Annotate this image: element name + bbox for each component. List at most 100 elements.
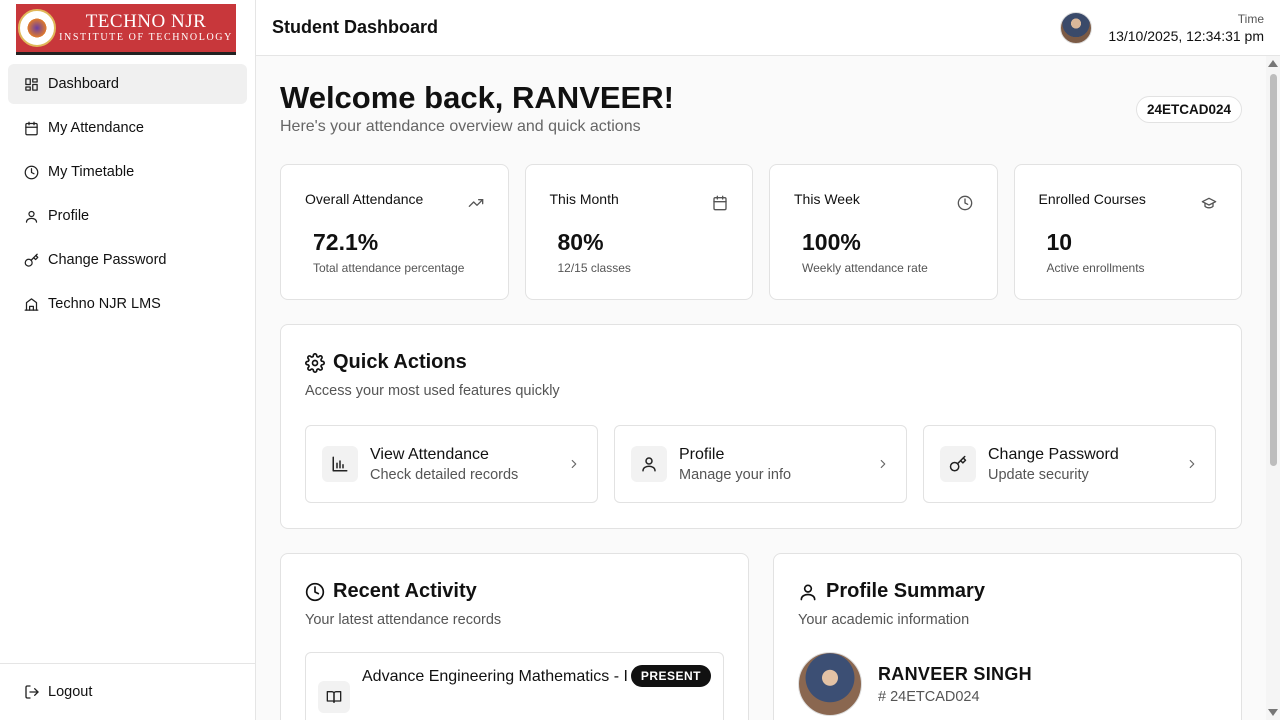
- scroll-up-arrow-icon[interactable]: [1268, 60, 1278, 67]
- stat-card-this-month: This Month 80% 12/15 classes: [524, 164, 753, 300]
- recent-activity-card: Recent Activity Your latest attendance r…: [280, 553, 749, 720]
- sidebar: TECHNO NJR INSTITUTE OF TECHNOLOGY Dashb…: [0, 0, 256, 720]
- key-icon: [940, 446, 976, 482]
- activity-course: Advance Engineering Mathematics - I: [362, 668, 628, 685]
- chevron-right-icon: [1189, 459, 1195, 469]
- top-header: Student Dashboard Time 13/10/2025, 12:34…: [256, 0, 1280, 56]
- scroll-down-arrow-icon[interactable]: [1268, 709, 1278, 716]
- qa-title: View Attendance: [370, 445, 489, 463]
- sidebar-item-label: Change Password: [48, 252, 167, 268]
- key-icon: [24, 253, 39, 267]
- main-content: Welcome back, RANVEER! Here's your atten…: [256, 56, 1266, 720]
- stat-value: 72.1%: [313, 229, 379, 255]
- stat-label: Enrolled Courses: [1038, 191, 1146, 207]
- quick-actions-title: Quick Actions: [305, 351, 1217, 374]
- quick-actions-card: Quick Actions Access your most used feat…: [280, 324, 1242, 529]
- time-value: 13/10/2025, 12:34:31 pm: [1108, 27, 1264, 44]
- sidebar-item-label: Techno NJR LMS: [48, 296, 161, 312]
- stats-row: Overall Attendance 72.1% Total attendanc…: [280, 164, 1242, 300]
- profile-name: RANVEER SINGH: [878, 663, 1032, 684]
- welcome-subtitle: Here's your attendance overview and quic…: [280, 118, 641, 135]
- qa-description: Manage your info: [679, 466, 792, 483]
- sidebar-item-my-attendance[interactable]: My Attendance: [8, 108, 247, 148]
- trending-up-icon: [468, 199, 483, 207]
- stat-card-this-week: This Week 100% Weekly attendance rate: [769, 164, 998, 300]
- quick-actions-subtitle: Access your most used features quickly: [305, 383, 560, 399]
- sidebar-nav: Dashboard My Attendance My Timetable Pro…: [0, 56, 255, 336]
- profile-button[interactable]: Profile Manage your info: [614, 425, 907, 503]
- logout-button[interactable]: Logout: [0, 663, 255, 720]
- welcome-title: Welcome back, RANVEER!: [280, 80, 674, 115]
- sidebar-item-dashboard[interactable]: Dashboard: [8, 64, 247, 104]
- quick-actions-grid: View Attendance Check detailed records P…: [305, 425, 1217, 503]
- sidebar-item-label: Dashboard: [48, 76, 119, 92]
- building-icon: [24, 297, 39, 311]
- grid-icon: [25, 77, 38, 91]
- recent-activity-title: Recent Activity: [305, 580, 724, 603]
- stat-label: This Week: [794, 191, 860, 207]
- gear-icon: [305, 352, 325, 373]
- card-title-text: Profile Summary: [826, 580, 985, 602]
- stat-label: Overall Attendance: [305, 191, 424, 207]
- stat-value: 80%: [557, 229, 604, 255]
- stat-value: 10: [1046, 229, 1073, 255]
- stat-label: This Month: [549, 191, 619, 207]
- profile-id: # 24ETCAD024: [878, 689, 1032, 705]
- hash-icon: #: [878, 688, 891, 705]
- stat-card-overall-attendance: Overall Attendance 72.1% Total attendanc…: [280, 164, 509, 300]
- chevron-right-icon: [571, 459, 577, 469]
- status-badge: PRESENT: [630, 665, 711, 687]
- logo-title: TECHNO NJR: [85, 11, 207, 32]
- logo-subtitle: INSTITUTE OF TECHNOLOGY: [59, 32, 233, 43]
- profile-summary-subtitle: Your academic information: [798, 612, 970, 628]
- profile-summary-title: Profile Summary: [798, 580, 1217, 603]
- seal-icon: [18, 9, 56, 47]
- time-display: Time 13/10/2025, 12:34:31 pm: [1108, 12, 1264, 44]
- calendar-icon: [25, 121, 38, 135]
- bottom-row: Recent Activity Your latest attendance r…: [280, 553, 1242, 720]
- clock-icon: [957, 195, 972, 211]
- clock-icon: [305, 582, 325, 601]
- scroll-thumb[interactable]: [1270, 74, 1277, 466]
- scrollbar[interactable]: [1266, 56, 1280, 720]
- user-icon: [631, 446, 667, 482]
- sidebar-item-profile[interactable]: Profile: [8, 196, 247, 236]
- card-title-text: Recent Activity: [333, 580, 477, 602]
- sidebar-item-label: Profile: [48, 208, 90, 224]
- student-id-badge: 24ETCAD024: [1135, 96, 1242, 123]
- institute-logo[interactable]: TECHNO NJR INSTITUTE OF TECHNOLOGY: [16, 4, 236, 52]
- stat-value: 100%: [802, 229, 861, 255]
- view-attendance-button[interactable]: View Attendance Check detailed records: [305, 425, 598, 503]
- card-title-text: Quick Actions: [333, 351, 467, 373]
- book-icon: [318, 681, 350, 713]
- page-title: Student Dashboard: [272, 17, 439, 37]
- user-icon: [25, 210, 38, 223]
- logout-icon: [25, 685, 39, 699]
- avatar: [798, 652, 862, 716]
- stat-subtext: 12/15 classes: [557, 261, 631, 275]
- welcome-section: Welcome back, RANVEER! Here's your atten…: [280, 80, 1242, 164]
- logout-label: Logout: [48, 684, 93, 700]
- sidebar-item-label: My Attendance: [48, 120, 144, 136]
- user-icon: [800, 584, 816, 600]
- calendar-icon: [713, 195, 727, 211]
- stat-subtext: Total attendance percentage: [313, 261, 465, 275]
- qa-description: Check detailed records: [370, 466, 519, 483]
- time-label: Time: [1237, 11, 1264, 26]
- sidebar-item-lms[interactable]: Techno NJR LMS: [8, 284, 247, 324]
- qa-description: Update security: [988, 466, 1089, 483]
- stat-subtext: Active enrollments: [1046, 261, 1145, 275]
- recent-activity-subtitle: Your latest attendance records: [305, 612, 502, 628]
- list-item[interactable]: Advance Engineering Mathematics - I PRES…: [305, 652, 724, 720]
- sidebar-item-label: My Timetable: [48, 164, 135, 180]
- stat-card-enrolled-courses: Enrolled Courses 10 Active enrollments: [1013, 164, 1242, 300]
- avatar[interactable]: [1060, 11, 1093, 44]
- graduation-cap-icon: [1201, 197, 1217, 209]
- chevron-right-icon: [880, 459, 886, 469]
- sidebar-item-change-password[interactable]: Change Password: [8, 240, 247, 280]
- qa-title: Profile: [679, 445, 725, 463]
- clock-icon: [24, 165, 39, 179]
- change-password-button[interactable]: Change Password Update security: [923, 425, 1216, 503]
- sidebar-item-my-timetable[interactable]: My Timetable: [8, 152, 247, 192]
- profile-id-value: 24ETCAD024: [890, 688, 980, 705]
